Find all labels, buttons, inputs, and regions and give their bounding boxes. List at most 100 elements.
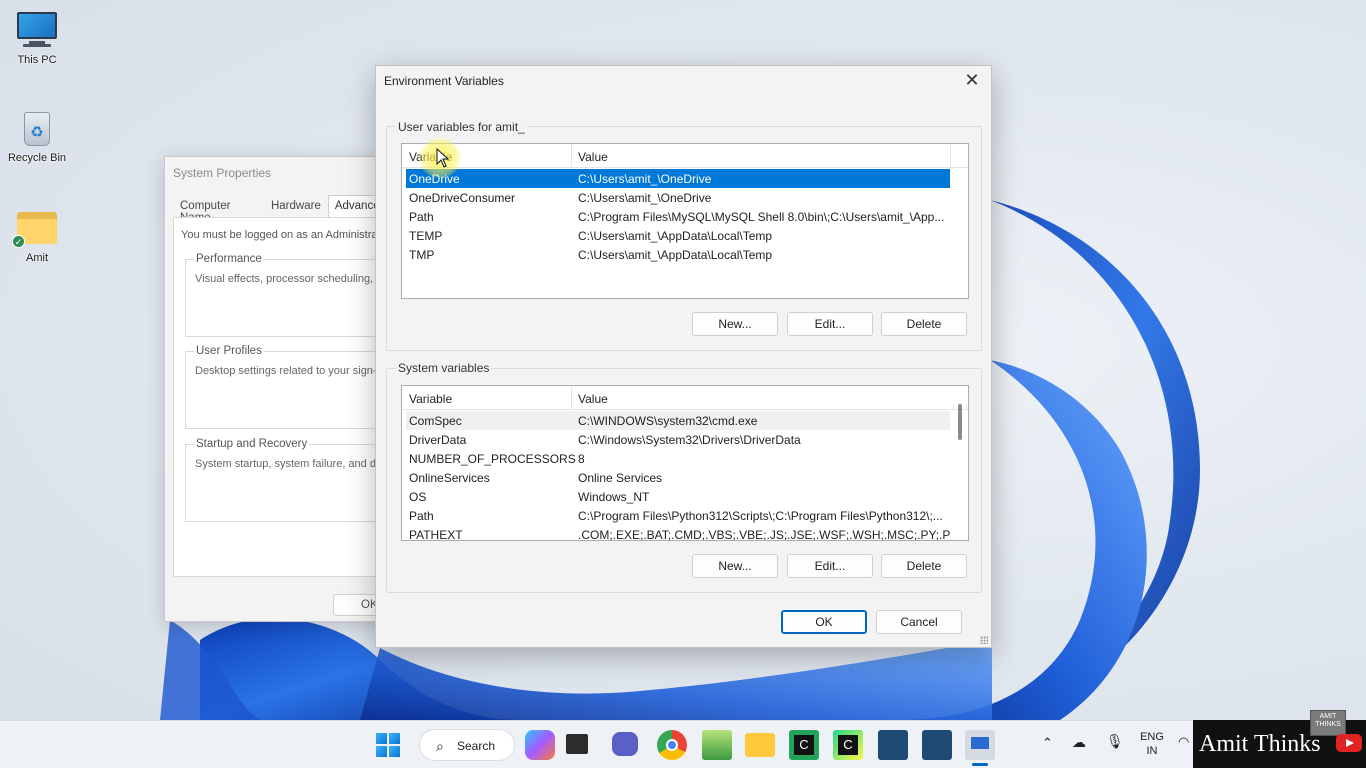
tab-strip: Computer Name Hardware Advanced: [173, 195, 393, 224]
column-header-value[interactable]: Value: [578, 150, 608, 164]
user-edit-button[interactable]: Edit...: [787, 312, 873, 336]
mysql-workbench-icon[interactable]: [878, 730, 908, 760]
variable-value: C:\Users\amit_\OneDrive: [578, 172, 712, 186]
recycle-bin-icon: ♻: [15, 108, 59, 148]
resize-grip-icon[interactable]: [980, 636, 988, 644]
search-label: Search: [457, 739, 496, 753]
window-title: System Properties: [173, 166, 272, 180]
user-variables-label: User variables for amit_: [396, 120, 527, 134]
variable-name: TMP: [409, 248, 435, 262]
clion-icon[interactable]: C: [833, 730, 863, 760]
variable-name: ComSpec: [409, 414, 462, 428]
chrome-icon[interactable]: [657, 730, 687, 760]
tab-computer-name[interactable]: Computer Name: [173, 195, 264, 224]
system-edit-button[interactable]: Edit...: [787, 554, 873, 578]
column-header-value[interactable]: Value: [578, 392, 608, 406]
variable-value: C:\Users\amit_\OneDrive: [578, 191, 712, 205]
language-indicator[interactable]: ENG IN: [1138, 730, 1166, 758]
system-variables-label: System variables: [396, 361, 492, 375]
monitor-icon: [15, 10, 59, 50]
variable-name: Path: [409, 210, 434, 224]
group-description: System startup, system failure, and deb: [195, 458, 389, 470]
notepad-icon[interactable]: [702, 730, 732, 760]
desktop-icon-this-pc[interactable]: This PC: [2, 10, 72, 66]
sync-check-icon: ✓: [12, 235, 25, 248]
pycharm-icon[interactable]: C: [789, 730, 819, 760]
variable-name: DriverData: [409, 433, 467, 447]
search-icon: ⌕: [436, 738, 444, 754]
language-code: ENG: [1140, 731, 1164, 743]
system-delete-button[interactable]: Delete: [881, 554, 967, 578]
variable-name: TEMP: [409, 229, 443, 243]
variable-name: OS: [409, 490, 427, 504]
folder-icon: ✓: [12, 208, 59, 248]
variable-name: OneDriveConsumer: [409, 191, 516, 205]
cancel-button[interactable]: Cancel: [876, 610, 962, 634]
performance-group: Performance Visual effects, processor sc…: [185, 253, 405, 337]
start-icon[interactable]: [373, 730, 403, 760]
desktop-icon-recycle-bin[interactable]: ♻ Recycle Bin: [2, 108, 72, 164]
variable-value: Windows_NT: [578, 490, 650, 504]
variable-value: C:\Windows\System32\Drivers\DriverData: [578, 433, 801, 447]
channel-watermark: Amit Thinks AMIT THINKS: [1193, 710, 1366, 768]
variable-value: C:\Program Files\MySQL\MySQL Shell 8.0\b…: [578, 210, 945, 224]
wifi-icon[interactable]: ◠: [1178, 735, 1189, 749]
variable-value: C:\Users\amit_\AppData\Local\Temp: [578, 248, 773, 262]
variable-value: C:\Program Files\Python312\Scripts\;C:\P…: [578, 509, 943, 523]
system-properties-window: System Properties Computer Name Hardware…: [164, 156, 405, 622]
variable-value: .COM;.EXE;.BAT;.CMD;.VBS;.VBE;.JS;.JSE;.…: [578, 528, 950, 541]
mouse-pointer-icon: [436, 148, 450, 168]
taskbar: ⌕ Search C C ⌃ ☁ 🎙 ENG IN ◠: [0, 720, 1366, 768]
column-header-variable[interactable]: Variable: [409, 392, 452, 406]
variable-value: 8: [578, 452, 585, 466]
youtube-icon: [1336, 734, 1362, 752]
variable-value: Online Services: [578, 471, 663, 485]
group-label: Performance: [194, 253, 264, 265]
user-profiles-group: User Profiles Desktop settings related t…: [185, 345, 405, 429]
list-header: Variable Value: [402, 144, 968, 168]
list-row[interactable]: ComSpec C:\WINDOWS\system32\cmd.exe: [406, 411, 950, 430]
admin-note: You must be logged on as an Administra: [181, 229, 378, 241]
task-view-icon[interactable]: [566, 734, 588, 754]
variable-value: C:\WINDOWS\system32\cmd.exe: [578, 414, 758, 428]
desktop-icon-label: Amit: [26, 252, 48, 264]
user-new-button[interactable]: New...: [692, 312, 778, 336]
group-description: Desktop settings related to your sign-in: [195, 365, 386, 377]
user-variables-list[interactable]: Variable Value OneDrive C:\Users\amit_\O…: [401, 143, 969, 299]
group-label: User Profiles: [194, 345, 264, 357]
environment-variables-dialog: Environment Variables ✕ User variables f…: [375, 65, 992, 648]
tab-hardware[interactable]: Hardware: [264, 195, 328, 217]
variable-name: OnlineServices: [409, 471, 490, 485]
taskbar-search[interactable]: ⌕ Search: [419, 729, 515, 761]
desktop-icon-user-folder[interactable]: ✓ Amit: [2, 208, 72, 264]
variable-name: Path: [409, 509, 434, 523]
system-properties-icon[interactable]: [965, 730, 995, 760]
channel-name: Amit Thinks: [1199, 731, 1321, 757]
list-row[interactable]: OneDrive C:\Users\amit_\OneDrive: [406, 169, 950, 188]
user-delete-button[interactable]: Delete: [881, 312, 967, 336]
active-app-indicator: [972, 763, 988, 766]
region-code: IN: [1146, 745, 1158, 757]
list-header: Variable Value: [402, 386, 968, 410]
group-label: Startup and Recovery: [194, 438, 310, 450]
group-description: Visual effects, processor scheduling, m: [195, 273, 386, 285]
startup-recovery-group: Startup and Recovery System startup, sys…: [185, 438, 405, 522]
list-scrollbar[interactable]: [958, 404, 962, 440]
copilot-icon[interactable]: [525, 730, 555, 760]
system-new-button[interactable]: New...: [692, 554, 778, 578]
microphone-icon[interactable]: 🎙: [1106, 734, 1124, 748]
variable-name: PATHEXT: [409, 528, 463, 541]
chevron-up-icon[interactable]: ⌃: [1042, 736, 1053, 750]
cloud-icon[interactable]: ☁: [1072, 735, 1086, 749]
variable-name: NUMBER_OF_PROCESSORS: [409, 452, 576, 466]
channel-mini-logo: AMIT THINKS: [1310, 710, 1346, 736]
system-variables-list[interactable]: Variable Value ComSpec C:\WINDOWS\system…: [401, 385, 969, 541]
desktop-icon-label: This PC: [17, 54, 57, 66]
chat-icon[interactable]: [612, 732, 638, 756]
file-explorer-icon[interactable]: [745, 733, 775, 757]
desktop-icon-label: Recycle Bin: [7, 152, 67, 164]
mysql-workbench-icon[interactable]: [922, 730, 952, 760]
close-icon[interactable]: ✕: [959, 68, 985, 92]
dialog-title: Environment Variables: [384, 74, 504, 88]
ok-button[interactable]: OK: [781, 610, 867, 634]
